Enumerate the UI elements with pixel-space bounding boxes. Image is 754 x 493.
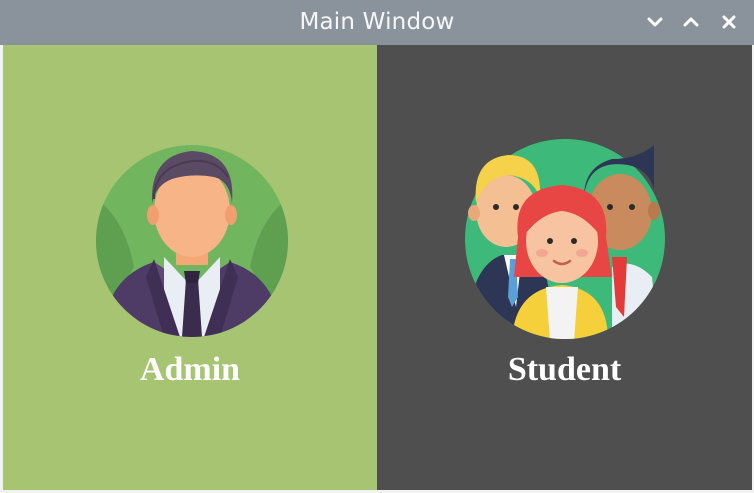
student-label: Student — [507, 351, 622, 388]
minimize-button[interactable] — [642, 9, 668, 35]
student-panel[interactable]: Student — [377, 45, 752, 490]
title-bar[interactable]: Main Window — [0, 0, 754, 45]
chevron-up-icon — [683, 17, 699, 27]
maximize-button[interactable] — [678, 9, 704, 35]
chevron-down-icon — [647, 17, 663, 27]
students-group-icon — [465, 139, 665, 339]
admin-avatar-icon — [96, 145, 288, 337]
window-title: Main Window — [299, 9, 455, 35]
main-window: Main Window Admin Student — [0, 0, 754, 493]
close-button[interactable] — [716, 9, 742, 35]
admin-label: Admin — [139, 351, 241, 388]
close-icon — [722, 15, 736, 29]
admin-panel[interactable]: Admin — [3, 45, 377, 490]
